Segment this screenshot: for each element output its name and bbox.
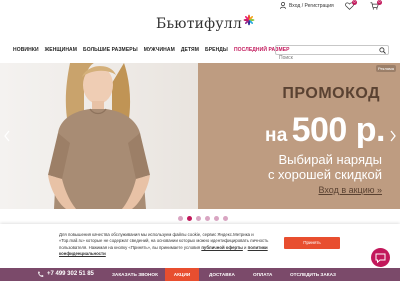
slider-next-button[interactable] <box>388 126 398 146</box>
delivery-link[interactable]: ДОСТАВКА <box>209 268 235 281</box>
cart-badge: 0 <box>377 0 382 5</box>
slider-dot[interactable] <box>178 216 183 221</box>
promo-banner[interactable]: Реклама ПРОМОКОД на 500 р. Выбирай наряды… <box>0 63 400 209</box>
slider-dot[interactable] <box>187 216 192 221</box>
model-illustration <box>48 63 150 209</box>
page: Вход / Регистрация 0 0 Бьютифулл НОВИНКИ… <box>0 0 400 281</box>
promo-discount: на 500 р. <box>264 111 386 150</box>
search-box <box>275 45 389 62</box>
bottom-bar: +7 499 302 51 85 ЗАКАЗАТЬ ЗВОНОК АКЦИИ Д… <box>0 268 400 281</box>
nav-item-brands[interactable]: БРЕНДЫ <box>205 47 228 53</box>
offer-link[interactable]: публичной оферты <box>201 245 243 250</box>
user-icon <box>280 2 286 9</box>
phone-icon <box>38 271 44 277</box>
cart-button[interactable]: 0 <box>370 0 382 11</box>
chat-button[interactable] <box>371 248 390 267</box>
promo-subtitle-1: Выбирай наряды <box>278 152 382 167</box>
promo-title: ПРОМОКОД <box>282 85 380 102</box>
slider-dot[interactable] <box>196 216 201 221</box>
cookie-text: Для повышения качества обслуживания мы и… <box>59 232 279 257</box>
main-nav: НОВИНКИ ЖЕНЩИНАМ БОЛЬШИЕ РАЗМЕРЫ МУЖЧИНА… <box>13 45 290 55</box>
search-input[interactable] <box>276 54 376 62</box>
logo-text: Бьютифулл <box>156 16 242 32</box>
cookie-banner: Для повышения качества обслуживания мы и… <box>0 224 400 268</box>
slider-dot[interactable] <box>205 216 210 221</box>
nav-item-kids[interactable]: ДЕТЯМ <box>181 47 199 53</box>
promo-prefix: на <box>264 125 288 146</box>
track-order-link[interactable]: ОТСЛЕДИТЬ ЗАКАЗ <box>290 268 336 281</box>
favorites-button[interactable]: 0 <box>345 0 357 11</box>
promo-amount: 500 р. <box>291 111 386 149</box>
payment-link[interactable]: ОПЛАТА <box>253 268 272 281</box>
chevron-left-icon <box>4 130 10 142</box>
nav-item-women[interactable]: ЖЕНЩИНАМ <box>45 47 77 53</box>
nav-item-plus-size[interactable]: БОЛЬШИЕ РАЗМЕРЫ <box>83 47 138 53</box>
callback-link[interactable]: ЗАКАЗАТЬ ЗВОНОК <box>112 268 158 281</box>
login-label: Вход / Регистрация <box>289 2 334 9</box>
promotions-link[interactable]: АКЦИИ <box>165 268 199 281</box>
chevron-right-icon <box>390 130 396 142</box>
top-bar: Вход / Регистрация 0 0 <box>0 0 400 14</box>
slider-dot[interactable] <box>214 216 219 221</box>
banner-model-photo <box>0 63 198 209</box>
promo-subtitle-2: с хорошей скидкой <box>267 167 382 182</box>
chat-icon <box>375 253 386 264</box>
promo-link[interactable]: Вход в акцию » <box>318 185 382 195</box>
logo-flower-icon <box>243 14 255 26</box>
promo-panel: Реклама ПРОМОКОД на 500 р. Выбирай наряды… <box>198 63 400 209</box>
slider-dots <box>178 216 228 221</box>
favorites-badge: 0 <box>352 0 357 5</box>
ad-label: Реклама <box>375 65 396 72</box>
search-icon[interactable] <box>379 47 386 54</box>
slider-dot[interactable] <box>223 216 228 221</box>
login-link[interactable]: Вход / Регистрация <box>280 2 334 9</box>
site-logo[interactable]: Бьютифулл <box>156 14 255 36</box>
phone-number[interactable]: +7 499 302 51 85 <box>47 268 94 281</box>
nav-item-men[interactable]: МУЖЧИНАМ <box>144 47 175 53</box>
slider-prev-button[interactable] <box>2 126 12 146</box>
nav-item-new[interactable]: НОВИНКИ <box>13 47 39 53</box>
accept-cookies-button[interactable]: Принять <box>284 237 340 249</box>
